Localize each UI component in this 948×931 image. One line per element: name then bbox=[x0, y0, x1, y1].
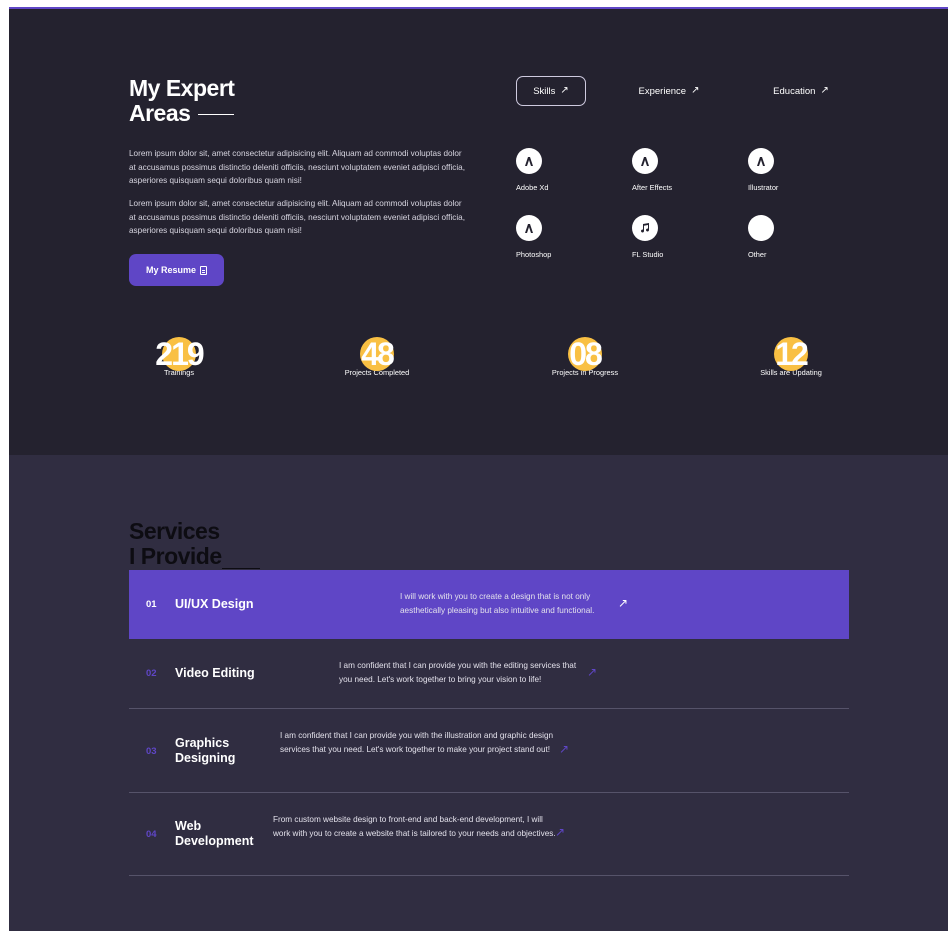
service-description: From custom website design to front-end … bbox=[273, 815, 556, 838]
service-name: Video Editing bbox=[175, 666, 255, 680]
service-description: I will work with you to create a design … bbox=[400, 592, 595, 615]
service-row-web-development[interactable]: 04 Web Development From custom website d… bbox=[129, 793, 849, 876]
stat-value: 08 bbox=[569, 336, 603, 372]
service-name: Graphics Designing bbox=[175, 736, 236, 765]
tab-education[interactable]: Education ↗ bbox=[761, 76, 841, 106]
blank-circle-icon bbox=[748, 215, 774, 241]
skill-adobe-xd: Adobe Xd bbox=[516, 148, 586, 192]
service-row-ui-ux-design[interactable]: 01 UI/UX Design I will work with you to … bbox=[129, 570, 849, 639]
skill-after-effects: After Effects bbox=[632, 148, 702, 192]
adobe-icon bbox=[516, 148, 542, 174]
tab-skills[interactable]: Skills ↗ bbox=[516, 76, 586, 106]
skill-fl-studio: FL Studio bbox=[632, 215, 702, 259]
arrow-up-right-icon: ↗ bbox=[691, 85, 700, 96]
skill-illustrator: Illustrator bbox=[748, 148, 818, 192]
skill-label: Illustrator bbox=[748, 183, 779, 192]
service-number: 03 bbox=[146, 746, 157, 757]
service-name: UI/UX Design bbox=[175, 597, 254, 611]
services-title-line2: I Provide bbox=[129, 543, 222, 569]
arrow-up-right-icon: ↗ bbox=[820, 85, 829, 96]
services-title: Services I Provide bbox=[129, 519, 260, 569]
adobe-icon bbox=[516, 215, 542, 241]
stat-value: 48 bbox=[361, 336, 395, 372]
page-frame: My Expert Areas Lorem ipsum dolor sit, a… bbox=[9, 7, 948, 931]
arrow-up-right-icon[interactable]: ↗ bbox=[559, 742, 569, 756]
service-number: 02 bbox=[146, 668, 157, 679]
skill-other: Other bbox=[748, 215, 818, 259]
expert-title: My Expert Areas bbox=[129, 75, 235, 126]
service-name: Web Development bbox=[175, 819, 254, 848]
document-icon bbox=[200, 265, 208, 275]
service-description: I am confident that I can provide you wi… bbox=[280, 731, 554, 754]
adobe-icon bbox=[748, 148, 774, 174]
title-underline bbox=[221, 568, 260, 569]
adobe-icon bbox=[632, 148, 658, 174]
skill-label: FL Studio bbox=[632, 250, 664, 259]
service-row-video-editing[interactable]: 02 Video Editing I am confident that I c… bbox=[129, 639, 849, 709]
skill-photoshop: Photoshop bbox=[516, 215, 586, 259]
title-underline bbox=[198, 114, 235, 116]
stat-skills-updating: 12 Skills are Updating bbox=[731, 334, 851, 377]
arrow-up-right-icon[interactable]: ↗ bbox=[618, 596, 628, 610]
skill-label: Photoshop bbox=[516, 250, 552, 259]
service-number: 01 bbox=[146, 599, 157, 610]
skill-label: Adobe Xd bbox=[516, 183, 549, 192]
expert-title-line1: My Expert bbox=[129, 75, 235, 101]
service-row-graphics-designing[interactable]: 03 Graphics Designing I am confident tha… bbox=[129, 709, 849, 793]
service-number: 04 bbox=[146, 829, 157, 840]
stat-value: 12 bbox=[775, 336, 809, 372]
tab-experience[interactable]: Experience ↗ bbox=[629, 76, 709, 106]
service-description: I am confident that I can provide you wi… bbox=[339, 661, 577, 684]
expert-areas-section: My Expert Areas Lorem ipsum dolor sit, a… bbox=[9, 9, 948, 455]
stat-value: 219 bbox=[155, 336, 204, 372]
my-resume-button[interactable]: My Resume bbox=[129, 254, 224, 286]
services-title-line1: Services bbox=[129, 518, 220, 544]
music-note-icon bbox=[632, 215, 658, 241]
arrow-up-right-icon[interactable]: ↗ bbox=[555, 825, 565, 839]
arrow-up-right-icon[interactable]: ↗ bbox=[587, 665, 597, 679]
expert-paragraph-2: Lorem ipsum dolor sit, amet consectetur … bbox=[129, 199, 466, 235]
services-section: Services I Provide 01 UI/UX Design I wil… bbox=[9, 455, 948, 931]
skill-label: Other bbox=[748, 250, 767, 259]
stat-projects-in-progress: 08 Projects in Progress bbox=[525, 334, 645, 377]
expert-title-line2: Areas bbox=[129, 100, 191, 126]
tab-experience-label: Experience bbox=[638, 85, 687, 97]
tab-skills-label: Skills bbox=[533, 85, 556, 97]
arrow-up-right-icon: ↗ bbox=[560, 85, 569, 96]
tab-education-label: Education bbox=[773, 85, 816, 97]
stat-trainings: 219 Trainings bbox=[119, 334, 239, 377]
stat-projects-completed: 48 Projects Completed bbox=[317, 334, 437, 377]
resume-button-label: My Resume bbox=[145, 265, 197, 275]
skill-label: After Effects bbox=[632, 183, 673, 192]
service-divider bbox=[129, 875, 849, 876]
expert-paragraph-1: Lorem ipsum dolor sit, amet consectetur … bbox=[129, 149, 466, 185]
